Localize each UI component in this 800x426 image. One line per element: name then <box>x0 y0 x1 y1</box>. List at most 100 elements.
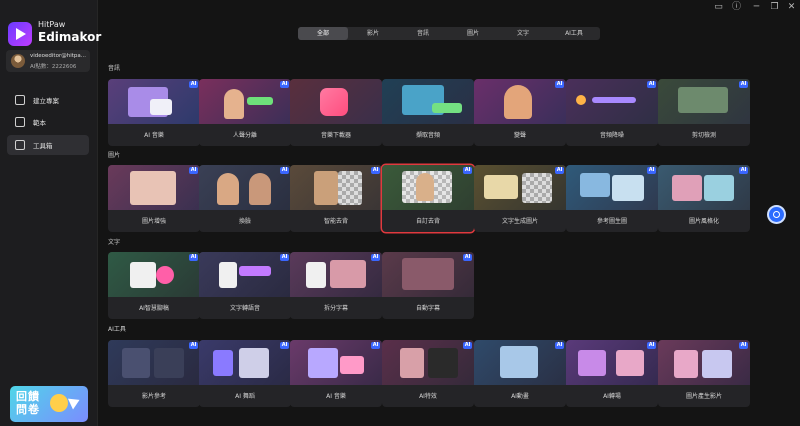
tool-card-auto-subtitles[interactable]: AI 自動字幕 <box>382 252 474 319</box>
ai-badge: AI <box>189 254 198 261</box>
tool-card-label: AI特效 <box>419 393 437 400</box>
tool-card-label: 智能去背 <box>323 218 348 225</box>
tool-thumbnail <box>382 340 474 385</box>
tool-card-smart-background-removal[interactable]: AI 智能去背 <box>290 165 382 232</box>
tab-image[interactable]: 圖片 <box>448 27 498 40</box>
minimize-icon[interactable]: ─ <box>751 2 762 13</box>
tool-thumbnail <box>108 79 200 124</box>
feedback-icon[interactable]: ▭ <box>713 2 724 13</box>
tool-thumbnail <box>108 340 200 385</box>
ai-badge: AI <box>463 167 472 174</box>
sidebar-item-create-project[interactable]: 建立專案 <box>7 90 89 110</box>
survey-banner[interactable]: 回饋問卷 <box>10 386 88 422</box>
avatar <box>11 54 25 68</box>
tool-card-ai-music[interactable]: AI AI 音樂 <box>108 79 200 146</box>
monitor-icon <box>15 95 25 105</box>
tool-card-image-stylize[interactable]: AI 圖片風格化 <box>658 165 750 232</box>
tool-card-face-swap[interactable]: AI 換臉 <box>199 165 291 232</box>
sidebar-item-toolbox[interactable]: 工具箱 <box>7 135 89 155</box>
tool-card-reference-image-generation[interactable]: AI 參考圖生圖 <box>566 165 658 232</box>
survey-banner-text: 回饋問卷 <box>16 390 40 416</box>
ai-badge: AI <box>739 342 748 349</box>
tab-all[interactable]: 全部 <box>298 27 348 40</box>
tool-card-image-enhance[interactable]: AI 圖片增強 <box>108 165 200 232</box>
tool-card-custom-background-removal[interactable]: AI 自訂去背 <box>382 165 474 232</box>
tool-thumbnail <box>658 340 750 385</box>
help-icon[interactable]: ⓘ <box>731 2 742 13</box>
account-points: AI點數：2222606 <box>30 64 77 70</box>
section-title-image: 圖片 <box>108 152 121 159</box>
restore-icon[interactable]: ❐ <box>769 2 780 13</box>
tab-text[interactable]: 文字 <box>498 27 548 40</box>
sidebar-item-label: 建立專案 <box>33 97 59 105</box>
app-window: HitPaw Edimakor videoeditor@hitpa... AI點… <box>0 0 800 426</box>
ai-badge: AI <box>739 81 748 88</box>
tool-card-ai-dance[interactable]: AI AI 舞蹈 <box>199 340 291 407</box>
ai-badge: AI <box>463 342 472 349</box>
tool-card-music-downloader[interactable]: 音樂下載器 <box>290 79 382 146</box>
sidebar-item-templates[interactable]: 範本 <box>7 112 89 132</box>
ai-badge: AI <box>463 254 472 261</box>
tool-thumbnail <box>474 165 566 210</box>
tool-thumbnail <box>658 165 750 210</box>
sidebar-item-label: 工具箱 <box>33 142 53 150</box>
account-panel[interactable]: videoeditor@hitpa... AI點數：2222606 <box>6 50 90 72</box>
tool-thumbnail <box>290 79 382 124</box>
tool-thumbnail <box>290 165 382 210</box>
section-title-audio: 音訊 <box>108 65 121 72</box>
ai-badge: AI <box>371 342 380 349</box>
floating-assistant-button[interactable] <box>769 207 784 222</box>
tab-audio[interactable]: 音訊 <box>398 27 448 40</box>
tab-video[interactable]: 影片 <box>348 27 398 40</box>
tool-card-image-to-video[interactable]: AI 圖片產生影片 <box>658 340 750 407</box>
brand-name: Edimakor <box>38 30 102 44</box>
tool-thumbnail <box>108 165 200 210</box>
tool-card-split-subtitles[interactable]: AI 拆分字幕 <box>290 252 382 319</box>
tool-card-label: AI智慧腳稿 <box>139 305 169 312</box>
ai-badge: AI <box>280 167 289 174</box>
tool-card-label: 圖片風格化 <box>688 218 719 225</box>
app-logo-icon <box>8 22 32 46</box>
tool-card-audio-denoise[interactable]: AI 音頻降噪 <box>566 79 658 146</box>
category-tabs: 全部 影片 音訊 圖片 文字 AI工具 <box>298 27 600 40</box>
tool-card-ai-script[interactable]: AI AI智慧腳稿 <box>108 252 200 319</box>
ai-badge: AI <box>280 254 289 261</box>
tool-thumbnail <box>382 165 474 210</box>
ai-badge: AI <box>189 342 198 349</box>
toolbox-icon <box>15 140 25 150</box>
tool-card-label: 剪切檢測 <box>691 132 716 139</box>
tool-card-extract-audio[interactable]: 擷取音頻 <box>382 79 474 146</box>
tool-card-ai-animation[interactable]: AI AI動畫 <box>474 340 566 407</box>
tool-card-cut-detection[interactable]: AI 剪切檢測 <box>658 79 750 146</box>
ai-badge: AI <box>739 167 748 174</box>
tool-card-ai-effects[interactable]: AI AI特效 <box>382 340 474 407</box>
ai-badge: AI <box>555 342 564 349</box>
tool-card-voice-changer[interactable]: AI 變聲 <box>474 79 566 146</box>
tool-card-label: 自訂去背 <box>415 218 440 225</box>
ai-badge: AI <box>371 167 380 174</box>
ai-badge: AI <box>189 167 198 174</box>
tool-card-label: 文字轉語音 <box>229 305 260 312</box>
tab-ai-tools[interactable]: AI工具 <box>548 27 600 40</box>
tool-card-label: 變聲 <box>513 132 526 139</box>
tool-thumbnail <box>474 340 566 385</box>
tool-card-label: AI 舞蹈 <box>235 393 255 400</box>
tool-card-ai-transition[interactable]: AI AI轉場 <box>566 340 658 407</box>
tool-thumbnail <box>566 165 658 210</box>
tool-card-label: 影片參考 <box>141 393 166 400</box>
section-title-text: 文字 <box>108 239 121 246</box>
tool-card-vocal-separation[interactable]: AI 人聲分離 <box>199 79 291 146</box>
tool-thumbnail <box>199 79 291 124</box>
ai-badge: AI <box>371 254 380 261</box>
tool-card-text-to-speech[interactable]: AI 文字轉語音 <box>199 252 291 319</box>
close-icon[interactable]: ✕ <box>786 2 797 13</box>
tool-card-label: 擷取音頻 <box>415 132 440 139</box>
sidebar: HitPaw Edimakor videoeditor@hitpa... AI點… <box>0 0 102 426</box>
tool-thumbnail <box>199 252 291 297</box>
account-email: videoeditor@hitpa... <box>30 53 86 59</box>
tool-card-label: 音樂下載器 <box>320 132 351 139</box>
tool-card-text-to-image[interactable]: AI 文字生成圖片 <box>474 165 566 232</box>
ai-badge: AI <box>555 81 564 88</box>
tool-card-ai-music-2[interactable]: AI AI 音樂 <box>290 340 382 407</box>
tool-card-video-reference[interactable]: AI 影片參考 <box>108 340 200 407</box>
